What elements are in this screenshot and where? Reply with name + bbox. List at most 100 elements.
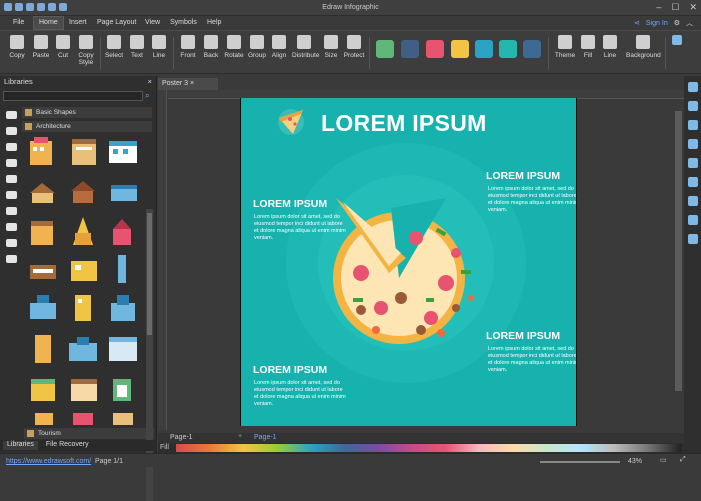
building-shape[interactable] (30, 295, 56, 319)
fit-page-icon[interactable]: ▭ (660, 456, 667, 464)
share-icon[interactable]: ⋖ (634, 19, 640, 27)
search-icon[interactable]: ⌕ (145, 91, 149, 101)
building-shape[interactable] (69, 337, 97, 361)
fill-button[interactable]: Fill (576, 35, 600, 71)
note-icon[interactable] (687, 177, 698, 187)
tab-file-recovery[interactable]: File Recovery (42, 441, 93, 450)
back-button[interactable]: Back (199, 35, 223, 71)
building-shape[interactable] (75, 295, 91, 321)
background-button[interactable]: Background (626, 35, 661, 71)
theme-swatch-6[interactable] (499, 40, 517, 58)
theme-swatch-2[interactable] (401, 40, 419, 58)
settings-icon[interactable]: ⚙ (674, 19, 680, 27)
comment-icon[interactable] (687, 234, 698, 244)
category-rail-icon[interactable] (6, 207, 17, 215)
category-rail-icon[interactable] (6, 191, 17, 199)
panel-close-icon[interactable]: × (148, 77, 152, 87)
menu-help[interactable]: Help (202, 18, 226, 27)
theme-swatch-4[interactable] (451, 40, 469, 58)
building-shape[interactable] (30, 265, 56, 279)
poster-page[interactable]: LOREM IPSUM LOREM IPSUM Lorem ipsum dolo… (240, 98, 577, 426)
theme-swatch-1[interactable] (376, 40, 394, 58)
group-button[interactable]: Group (245, 35, 269, 71)
tab-poster-3[interactable]: Poster 3 × (158, 78, 218, 90)
tab-libraries[interactable]: Libraries (3, 441, 38, 450)
building-shape[interactable] (35, 335, 51, 363)
category-rail-icon[interactable] (6, 255, 17, 263)
protect-button[interactable]: Protect (342, 35, 366, 71)
zoom-slider[interactable] (540, 461, 620, 463)
poster-body-text[interactable]: Lorem ipsum dolor sit amet, sed do eiusm… (488, 186, 576, 214)
layer-icon[interactable] (687, 139, 698, 149)
poster-heading[interactable]: LOREM IPSUM (486, 170, 560, 182)
sign-in-link[interactable]: Sign In (646, 20, 668, 27)
line-tool-button[interactable]: Line (147, 35, 171, 71)
poster-body-text[interactable]: Lorem ipsum dolor sit amet, sed do eiusm… (254, 214, 346, 242)
website-link[interactable]: https://www.edrawsoft.com/ (6, 458, 91, 465)
menu-home[interactable]: Home (33, 16, 64, 30)
building-shape[interactable] (35, 413, 53, 425)
maximize-icon[interactable]: ☐ (671, 2, 679, 13)
building-shape[interactable] (109, 141, 137, 163)
text-format-icon[interactable] (687, 82, 698, 92)
menu-symbols[interactable]: Symbols (165, 18, 202, 27)
category-tourism[interactable]: Tourism (24, 428, 154, 439)
current-page-tab[interactable]: Page-1 (254, 434, 277, 441)
building-shape[interactable] (113, 379, 131, 401)
building-shape[interactable] (30, 137, 52, 165)
menu-view[interactable]: View (140, 18, 165, 27)
select-button[interactable]: Select (102, 35, 126, 71)
line-style-button[interactable]: Line (598, 35, 622, 71)
building-shape[interactable] (71, 261, 97, 281)
copy-style-button[interactable]: Copy Style (74, 35, 98, 71)
category-rail-icon[interactable] (6, 111, 17, 119)
theme-swatch-3[interactable] (426, 40, 444, 58)
category-basic-shapes[interactable]: Basic Shapes (22, 107, 152, 118)
fill-color-palette[interactable]: Fill (158, 443, 684, 453)
binoculars-button[interactable] (670, 35, 684, 71)
category-rail-icon[interactable] (6, 143, 17, 151)
minimize-icon[interactable]: – (656, 2, 661, 13)
theme-swatch-7[interactable] (523, 40, 541, 58)
building-shape[interactable] (73, 217, 93, 245)
poster-heading[interactable]: LOREM IPSUM (486, 330, 560, 342)
category-rail-icon[interactable] (6, 127, 17, 135)
poster-body-text[interactable]: Lorem ipsum dolor sit amet, sed do eiusm… (488, 346, 576, 374)
category-architecture[interactable]: Architecture (22, 121, 152, 132)
close-tab-icon[interactable]: × (190, 80, 194, 87)
rotate-button[interactable]: Rotate (222, 35, 246, 71)
menu-page-layout[interactable]: Page Layout (92, 18, 141, 27)
size-button[interactable]: Size (319, 35, 343, 71)
building-shape[interactable] (31, 221, 53, 245)
building-shape[interactable] (30, 183, 55, 203)
building-shape[interactable] (71, 379, 97, 401)
poster-body-text[interactable]: Lorem ipsum dolor sit amet, sed do eiusm… (254, 380, 346, 408)
building-shape[interactable] (72, 139, 96, 165)
menu-insert[interactable]: Insert (64, 18, 92, 27)
category-rail-icon[interactable] (6, 159, 17, 167)
category-rail-icon[interactable] (6, 223, 17, 231)
add-page-icon[interactable]: + (238, 433, 242, 440)
building-shape[interactable] (118, 255, 126, 283)
copy-button[interactable]: Copy (5, 35, 29, 71)
close-icon[interactable]: ✕ (689, 2, 697, 13)
poster-heading[interactable]: LOREM IPSUM (253, 364, 327, 376)
distribute-button[interactable]: Distribute (292, 35, 319, 71)
cut-button[interactable]: Cut (51, 35, 75, 71)
category-rail-icon[interactable] (6, 175, 17, 183)
chevron-up-icon[interactable]: ︿ (686, 18, 693, 28)
library-search-input[interactable] (3, 91, 143, 101)
building-shape[interactable] (73, 413, 93, 425)
fill-icon[interactable] (687, 101, 698, 111)
text-button[interactable]: Text (125, 35, 149, 71)
poster-title[interactable]: LOREM IPSUM (321, 110, 487, 137)
page-icon[interactable] (687, 158, 698, 168)
building-shape[interactable] (109, 337, 137, 361)
building-shape[interactable] (31, 379, 55, 401)
category-rail-icon[interactable] (6, 239, 17, 247)
color-swatch-strip[interactable] (176, 444, 681, 452)
fullscreen-icon[interactable]: ⤢ (680, 456, 686, 464)
find-icon[interactable] (687, 196, 698, 206)
history-icon[interactable] (687, 215, 698, 225)
menu-file[interactable]: File (8, 18, 29, 27)
